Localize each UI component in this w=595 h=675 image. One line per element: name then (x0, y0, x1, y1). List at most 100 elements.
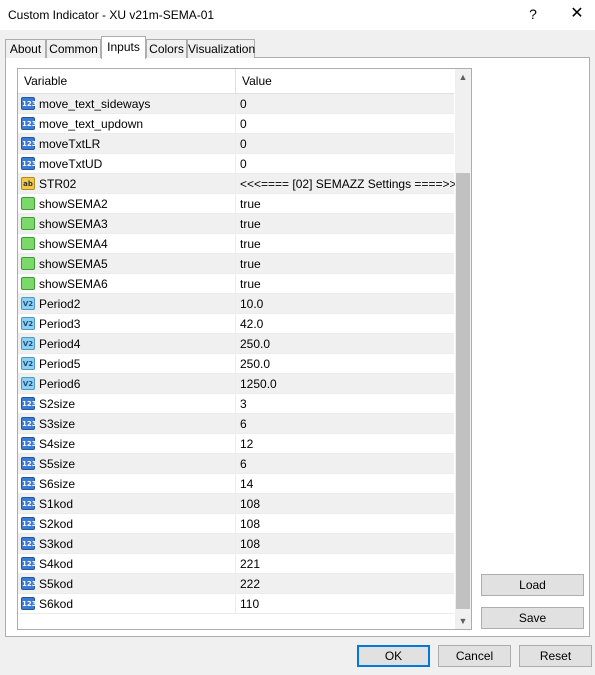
table-row[interactable]: 123 S1kod 108 (18, 494, 454, 514)
value-cell[interactable]: 0 (240, 157, 247, 171)
value-cell[interactable]: 42.0 (240, 317, 263, 331)
table-row[interactable]: 123 move_text_sideways 0 (18, 94, 454, 114)
value-cell[interactable]: true (240, 277, 261, 291)
table-row[interactable]: 123 S5kod 222 (18, 574, 454, 594)
table-row[interactable]: showSEMA4 true (18, 234, 454, 254)
close-button[interactable]: ✕ (565, 3, 589, 25)
table-row[interactable]: V2 Period5 250.0 (18, 354, 454, 374)
int-icon: 123 (21, 137, 37, 150)
table-row[interactable]: 123 moveTxtUD 0 (18, 154, 454, 174)
int-icon: 123 (21, 517, 37, 530)
table-row[interactable]: 123 S3kod 108 (18, 534, 454, 554)
tab-inputs[interactable]: Inputs (101, 36, 146, 59)
bool-icon (21, 217, 35, 230)
save-button[interactable]: Save (481, 607, 584, 629)
tab-visualization[interactable]: Visualization (187, 39, 255, 58)
value-cell[interactable]: 14 (240, 477, 253, 491)
scroll-thumb[interactable] (456, 173, 470, 609)
scroll-down-icon[interactable]: ▼ (455, 613, 471, 629)
table-row[interactable]: showSEMA3 true (18, 214, 454, 234)
bool-icon (21, 277, 35, 290)
table-row[interactable]: V2 Period3 42.0 (18, 314, 454, 334)
vertical-scrollbar[interactable]: ▲ ▼ (455, 69, 471, 629)
value-column-header[interactable]: Value (242, 74, 272, 88)
table-row[interactable]: 123 move_text_updown 0 (18, 114, 454, 134)
tab-colors[interactable]: Colors (146, 39, 187, 58)
column-divider[interactable] (235, 69, 236, 93)
value-cell[interactable]: 6 (240, 417, 247, 431)
double-icon: V2 (21, 317, 35, 330)
int-icon: 123 (21, 497, 37, 510)
value-cell[interactable]: <<<==== [02] SEMAZZ Settings ====>>> (240, 177, 464, 191)
value-cell[interactable]: 0 (240, 137, 247, 151)
int-icon: 123 (21, 537, 37, 550)
reset-button[interactable]: Reset (519, 645, 592, 667)
value-cell[interactable]: 108 (240, 537, 260, 551)
column-divider (235, 134, 236, 154)
variable-name: Period5 (39, 357, 81, 371)
value-cell[interactable]: 110 (240, 597, 259, 611)
help-button[interactable]: ? (522, 3, 544, 25)
scroll-up-icon[interactable]: ▲ (455, 69, 471, 85)
table-row[interactable]: 123 S5size 6 (18, 454, 454, 474)
column-divider (235, 394, 236, 414)
table-row[interactable]: 123 S3size 6 (18, 414, 454, 434)
table-row[interactable]: 123 moveTxtLR 0 (18, 134, 454, 154)
column-divider (235, 94, 236, 114)
value-cell[interactable]: 222 (240, 577, 260, 591)
variable-name: moveTxtUD (39, 157, 103, 171)
variable-name: S1kod (39, 497, 74, 511)
variable-name: S6kod (39, 597, 74, 611)
table-row[interactable]: V2 Period6 1250.0 (18, 374, 454, 394)
value-cell[interactable]: 12 (240, 437, 253, 451)
tab-common[interactable]: Common (46, 39, 101, 58)
value-cell[interactable]: 3 (240, 397, 247, 411)
value-cell[interactable]: 250.0 (240, 337, 270, 351)
table-row[interactable]: 123 S6size 14 (18, 474, 454, 494)
table-row[interactable]: 123 S2kod 108 (18, 514, 454, 534)
int-icon: 123 (21, 577, 37, 590)
load-button[interactable]: Load (481, 574, 584, 596)
value-cell[interactable]: 0 (240, 117, 247, 131)
column-divider (235, 414, 236, 434)
column-divider (235, 174, 236, 194)
table-row[interactable]: showSEMA5 true (18, 254, 454, 274)
value-cell[interactable]: 10.0 (240, 297, 263, 311)
variable-name: S5kod (39, 577, 74, 591)
variable-name: showSEMA4 (39, 237, 108, 251)
table-row[interactable]: 123 S4kod 221 (18, 554, 454, 574)
variable-name: showSEMA6 (39, 277, 108, 291)
value-cell[interactable]: 221 (240, 557, 260, 571)
table-row[interactable]: 123 S2size 3 (18, 394, 454, 414)
table-row[interactable]: showSEMA6 true (18, 274, 454, 294)
value-cell[interactable]: true (240, 197, 261, 211)
table-row[interactable]: V2 Period2 10.0 (18, 294, 454, 314)
column-divider (235, 294, 236, 314)
column-divider (235, 494, 236, 514)
column-divider (235, 334, 236, 354)
int-icon: 123 (21, 157, 37, 170)
table-row[interactable]: 123 S6kod 110 (18, 594, 454, 614)
value-cell[interactable]: 250.0 (240, 357, 270, 371)
value-cell[interactable]: 108 (240, 497, 260, 511)
value-cell[interactable]: 6 (240, 457, 247, 471)
column-divider (235, 434, 236, 454)
column-divider (235, 534, 236, 554)
value-cell[interactable]: 0 (240, 97, 247, 111)
tab-about[interactable]: About (5, 39, 46, 58)
ok-button[interactable]: OK (357, 645, 430, 667)
value-cell[interactable]: 1250.0 (240, 377, 277, 391)
variable-name: S4size (39, 437, 76, 451)
table-row[interactable]: ab STR02 <<<==== [02] SEMAZZ Settings ====… (18, 174, 464, 194)
value-cell[interactable]: 108 (240, 517, 260, 531)
table-row[interactable]: V2 Period4 250.0 (18, 334, 454, 354)
value-cell[interactable]: true (240, 257, 261, 271)
double-icon: V2 (21, 337, 35, 350)
cancel-button[interactable]: Cancel (438, 645, 511, 667)
table-row[interactable]: 123 S4size 12 (18, 434, 454, 454)
variable-column-header[interactable]: Variable (24, 74, 67, 88)
string-icon: ab (21, 177, 35, 190)
value-cell[interactable]: true (240, 217, 261, 231)
table-row[interactable]: showSEMA2 true (18, 194, 454, 214)
value-cell[interactable]: true (240, 237, 261, 251)
